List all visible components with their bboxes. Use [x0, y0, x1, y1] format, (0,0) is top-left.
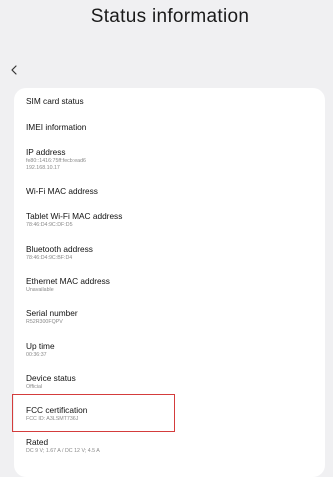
ethernet-mac-address-item[interactable]: Ethernet MAC address Unavailable	[26, 276, 110, 294]
item-value: R52R300FQPV	[26, 319, 63, 325]
item-label: Up time	[26, 341, 55, 351]
highlight-box	[12, 394, 175, 432]
tablet-wifi-mac-address-item[interactable]: Tablet Wi-Fi MAC address 78:46:D4:9C:DF:…	[26, 211, 122, 229]
item-value: Official	[26, 384, 43, 390]
item-label: IMEI information	[26, 122, 87, 132]
item-label: SIM card status	[26, 96, 84, 106]
imei-information-item[interactable]: IMEI information	[26, 122, 86, 132]
serial-number-item[interactable]: Serial number R52R300FQPV	[26, 308, 78, 326]
chevron-left-icon	[10, 62, 18, 80]
page-title: Status information	[90, 6, 250, 27]
up-time-item[interactable]: Up time 00:36:37	[26, 341, 55, 359]
item-value: 78:46:D4:9C:BF:D4	[26, 255, 73, 261]
item-label: Ethernet MAC address	[26, 276, 110, 286]
item-label: Serial number	[26, 308, 78, 318]
item-value: fe80::1416:75ff:fecb:ead6	[26, 158, 86, 164]
ip-address-item[interactable]: IP address fe80::1416:75ff:fecb:ead6 192…	[26, 147, 86, 172]
item-label: Bluetooth address	[26, 244, 93, 254]
item-label: Rated	[26, 437, 49, 447]
rated-item[interactable]: Rated DC 9 V; 1.67 A / DC 12 V; 4.5 A	[26, 437, 100, 455]
wifi-mac-address-item[interactable]: Wi-Fi MAC address	[26, 186, 98, 196]
item-value: Unavailable	[26, 287, 54, 293]
item-value: 78:46:D4:9C:DF:D5	[26, 222, 73, 228]
item-value: 192.168.10.17	[26, 164, 60, 171]
sim-card-status-item[interactable]: SIM card status	[26, 96, 84, 106]
back-button[interactable]	[7, 64, 21, 78]
item-value: 00:36:37	[26, 352, 47, 358]
item-label: Tablet Wi-Fi MAC address	[26, 211, 123, 221]
item-value: DC 9 V; 1.67 A / DC 12 V; 4.5 A	[26, 448, 100, 454]
bluetooth-address-item[interactable]: Bluetooth address 78:46:D4:9C:BF:D4	[26, 244, 93, 262]
item-label: Device status	[26, 373, 76, 383]
device-status-item[interactable]: Device status Official	[26, 373, 76, 391]
item-label: IP address	[26, 147, 66, 157]
item-label: Wi-Fi MAC address	[26, 186, 98, 196]
